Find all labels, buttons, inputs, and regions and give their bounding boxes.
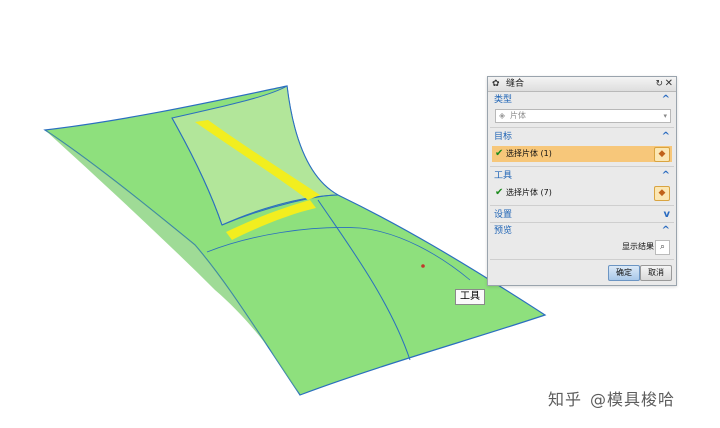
type-select[interactable]: ◈ 片体 ▾ — [495, 109, 671, 123]
watermark-site: 知乎 — [548, 390, 583, 409]
checkmark-icon: ✔ — [495, 148, 504, 159]
cancel-button[interactable]: 取消 — [640, 265, 672, 281]
section-tool-label: 工具 — [494, 171, 513, 181]
type-select-value: 片体 — [510, 111, 526, 120]
chevron-up-icon[interactable]: ^ — [662, 169, 670, 183]
target-select-row[interactable]: ✔ 选择片体 (1) ◆ — [492, 146, 672, 162]
tool-select-label: 选择片体 (7) — [506, 188, 552, 197]
section-settings-header[interactable]: 设置 v — [490, 208, 674, 222]
close-icon[interactable]: ✕ — [665, 77, 673, 91]
chevron-down-icon[interactable]: ▾ — [663, 110, 667, 122]
divider — [490, 205, 674, 206]
section-type-header[interactable]: 类型 ^ — [490, 93, 674, 107]
section-settings-label: 设置 — [494, 210, 513, 220]
dialog-titlebar[interactable]: ✿ 缝合 ↻ ✕ — [488, 77, 676, 92]
ok-button[interactable]: 确定 — [608, 265, 640, 281]
sheet-type-icon: ◈ — [499, 111, 506, 120]
show-result-label: 显示结果 — [622, 242, 654, 251]
chevron-down-icon[interactable]: v — [663, 208, 670, 222]
watermark-author: @模具梭哈 — [590, 390, 676, 409]
reset-icon[interactable]: ↻ — [655, 77, 663, 91]
chevron-up-icon[interactable]: ^ — [662, 130, 670, 144]
section-tool-header[interactable]: 工具 ^ — [490, 169, 674, 183]
section-preview-header[interactable]: 预览 ^ — [490, 224, 674, 238]
section-preview-label: 预览 — [494, 226, 513, 236]
select-sheet-picker-icon[interactable]: ◆ — [654, 147, 670, 162]
magnifier-icon[interactable]: ⌕ — [655, 240, 670, 255]
divider — [490, 259, 674, 260]
divider — [490, 127, 674, 128]
checkmark-icon: ✔ — [495, 187, 504, 198]
section-target-label: 目标 — [494, 132, 513, 142]
divider — [490, 166, 674, 167]
sew-dialog[interactable]: ✿ 缝合 ↻ ✕ 类型 ^ ◈ 片体 ▾ 目标 ^ ✔ 选择片体 (1) ◆ 工… — [487, 76, 677, 286]
pick-point-marker — [421, 264, 425, 268]
preview-row: 显示结果 ⌕ — [492, 239, 672, 255]
target-select-label: 选择片体 (1) — [506, 149, 552, 158]
watermark: 知乎 @模具梭哈 — [548, 386, 675, 410]
dialog-title: 缝合 — [506, 79, 525, 89]
chevron-up-icon[interactable]: ^ — [662, 224, 670, 238]
section-type-label: 类型 — [494, 95, 513, 105]
tool-select-row[interactable]: ✔ 选择片体 (7) ◆ — [492, 185, 672, 201]
chevron-up-icon[interactable]: ^ — [662, 93, 670, 107]
tooltip-tool: 工具 — [455, 289, 485, 305]
gear-icon[interactable]: ✿ — [492, 77, 500, 91]
divider — [490, 222, 674, 223]
select-sheet-picker-icon[interactable]: ◆ — [654, 186, 670, 201]
section-target-header[interactable]: 目标 ^ — [490, 130, 674, 144]
